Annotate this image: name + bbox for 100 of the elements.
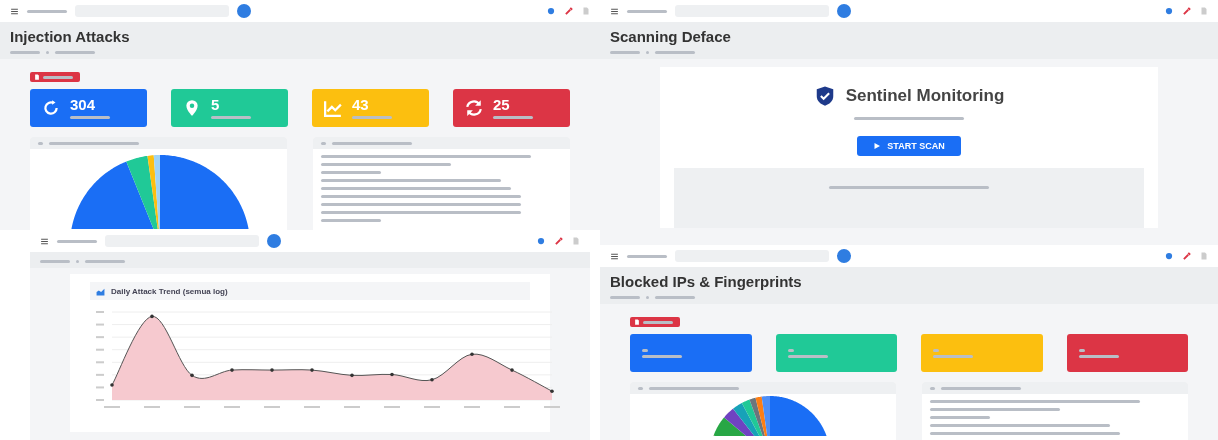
stat-icon <box>642 348 648 352</box>
circle-icon <box>536 236 546 246</box>
wrench-icon <box>564 6 574 16</box>
file-icon <box>1200 252 1208 260</box>
stat-label <box>352 116 392 119</box>
stat-value: 25 <box>493 97 511 113</box>
stat-icon <box>933 348 939 352</box>
analysis-title-icon <box>930 386 935 390</box>
blurred-text <box>930 416 990 419</box>
page-title: Blocked IPs & Fingerprints <box>610 273 803 290</box>
stat-icon <box>787 348 794 352</box>
data-point <box>230 368 234 372</box>
blurred-axis-label <box>424 406 440 408</box>
data-point <box>270 368 274 372</box>
breadcrumb-separator <box>646 295 649 299</box>
file-icon <box>34 74 40 80</box>
menu-icon <box>610 251 619 261</box>
app-name-text <box>27 9 67 13</box>
menu-icon <box>40 236 49 246</box>
analysis-title-icon <box>321 141 326 145</box>
blurred-axis-label <box>96 399 104 401</box>
breadcrumb-separator <box>646 50 649 54</box>
export-label <box>643 320 673 324</box>
blurred-axis-label <box>96 311 104 313</box>
export-button[interactable] <box>630 317 680 327</box>
blurred-axis-label <box>544 406 560 408</box>
start-scan-button[interactable]: START SCAN <box>857 136 961 156</box>
blurred-axis-label <box>384 406 400 408</box>
breadcrumb-separator <box>46 50 49 54</box>
line-chart-icon <box>324 99 342 117</box>
circle-icon <box>1164 251 1174 261</box>
data-point <box>150 314 154 319</box>
stat-label <box>933 354 973 358</box>
wrench-icon <box>554 236 564 246</box>
stat-value: 304 <box>70 97 97 113</box>
blurred-axis-label <box>96 348 104 351</box>
export-label <box>43 75 73 79</box>
data-point <box>390 372 394 377</box>
file-icon <box>572 237 580 245</box>
data-point <box>110 383 114 387</box>
app-name-text <box>57 239 97 243</box>
blurred-axis-label <box>504 406 520 408</box>
app-logo-icon <box>837 249 851 263</box>
data-point <box>470 352 474 357</box>
location-pin-icon <box>183 99 201 117</box>
stat-label <box>787 354 828 358</box>
play-icon <box>873 142 882 150</box>
sync-arrows-icon <box>465 99 483 117</box>
breadcrumb-current <box>55 50 95 54</box>
blurred-axis-label <box>96 386 104 389</box>
stat-label <box>70 116 110 119</box>
stat-label <box>1078 354 1119 358</box>
export-button[interactable] <box>30 72 80 82</box>
blurred-axis-label <box>264 406 280 408</box>
page-title: Scanning Deface <box>610 28 732 45</box>
data-point <box>190 373 194 378</box>
chart-title-icon <box>638 386 643 390</box>
app-logo-icon <box>237 4 251 18</box>
blurred-axis-label <box>464 406 480 408</box>
app-logo-icon <box>837 4 851 18</box>
blurred-axis-label <box>96 373 104 376</box>
stat-icon <box>1078 348 1085 352</box>
circle-icon <box>546 6 556 16</box>
stat-label <box>493 116 533 119</box>
app-name-text <box>627 9 667 13</box>
breadcrumb-separator <box>76 259 79 263</box>
data-point <box>350 373 354 378</box>
stat-value: 43 <box>352 97 370 113</box>
file-icon <box>582 7 590 15</box>
blurred-axis-label <box>224 406 240 408</box>
data-point <box>510 368 514 372</box>
blurred-axis-label <box>184 406 200 408</box>
menu-icon <box>610 6 619 16</box>
data-point <box>550 389 554 393</box>
brand-name: Sentinel Monitoring <box>845 86 1005 106</box>
blurred-axis-label <box>144 406 160 408</box>
breadcrumb-current <box>655 295 695 299</box>
circle-icon <box>1164 6 1174 16</box>
blurred-axis-label <box>96 336 104 339</box>
stat-label <box>211 116 251 119</box>
blurred-text <box>321 171 381 174</box>
file-icon <box>634 319 640 325</box>
data-point <box>310 368 314 372</box>
stat-value: 5 <box>211 97 221 113</box>
page-title: Injection Attacks <box>10 28 131 45</box>
stat-label <box>642 354 682 358</box>
blurred-axis-label <box>344 406 360 408</box>
blurred-axis-label <box>96 323 104 326</box>
chart-title: Daily Attack Trend (semua log) <box>111 286 228 296</box>
breadcrumb-current <box>85 259 125 263</box>
data-point <box>430 377 434 382</box>
blurred-axis-label <box>304 406 320 408</box>
app-name-text <box>627 254 667 258</box>
blurred-axis-label <box>96 361 104 364</box>
menu-icon <box>10 6 19 16</box>
wrench-icon <box>1182 251 1192 261</box>
breadcrumb-current <box>655 50 695 54</box>
wrench-icon <box>1182 6 1192 16</box>
blurred-text <box>321 219 381 222</box>
blurred-axis-label <box>104 406 120 408</box>
